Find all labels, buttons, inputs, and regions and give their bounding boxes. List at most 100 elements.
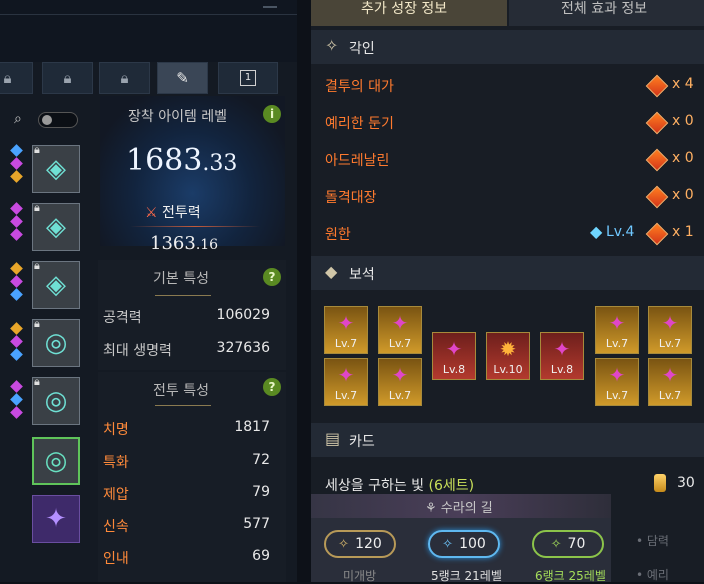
gem-slot[interactable]: ✦ Lv.8 bbox=[432, 332, 476, 380]
gems-header: ◆ 보석 bbox=[311, 256, 704, 290]
slot-gems-2 bbox=[10, 202, 23, 244]
card-awaken-total: 30 bbox=[677, 475, 695, 491]
preset-1-icon: 1 bbox=[240, 70, 256, 86]
ark-passive-title: ⚘ 수라의 길 bbox=[425, 497, 493, 516]
ark-node-value: 100 bbox=[459, 536, 486, 552]
gem-slot[interactable]: ✦ Lv.7 bbox=[378, 358, 422, 406]
shoulder-icon: ◈ bbox=[46, 212, 66, 242]
edit-icon: ✎ bbox=[176, 69, 189, 87]
stat-value: 1817 bbox=[234, 419, 270, 435]
equip-slot-ring[interactable]: 🔒︎ ◎ bbox=[32, 317, 80, 367]
gem-icon: ✦ bbox=[553, 337, 571, 361]
gem-slot[interactable]: ✦ Lv.7 bbox=[648, 358, 692, 406]
help-icon[interactable]: ? bbox=[263, 268, 281, 286]
ark-node-enlightenment[interactable]: ✧ 100 bbox=[428, 530, 500, 558]
equip-slot-helmet[interactable]: 🔒︎ ◈ bbox=[32, 143, 80, 193]
engraving-header: ✧ 각인 bbox=[311, 30, 704, 64]
engraving-name[interactable]: 예리한 둔기 bbox=[325, 113, 394, 133]
equip-slot-ring-2[interactable]: 🔒︎ ◎ bbox=[32, 375, 80, 425]
stat-value: 577 bbox=[243, 516, 270, 532]
ark-node-evolution[interactable]: ✧ 120 bbox=[324, 530, 396, 558]
engraving-name[interactable]: 돌격대장 bbox=[325, 187, 377, 207]
gem-level: Lv.7 bbox=[388, 389, 412, 402]
search-icon[interactable]: ⌕ bbox=[14, 111, 22, 127]
purple-gem-icon bbox=[10, 335, 23, 348]
gem-slot[interactable]: ✦ Lv.7 bbox=[324, 306, 368, 354]
gem-icon: ✦ bbox=[445, 337, 463, 361]
card-set-count: (6세트) bbox=[428, 478, 475, 494]
edit-button[interactable]: ✎ bbox=[157, 62, 208, 94]
equip-slot-stone[interactable]: ✦ bbox=[32, 495, 80, 543]
collapse-handle[interactable] bbox=[263, 0, 277, 8]
engraving-count: x 0 bbox=[672, 187, 694, 203]
star-gem-icon bbox=[10, 393, 23, 406]
orange-gem-icon bbox=[10, 170, 23, 183]
engraving-name[interactable]: 결투의 대가 bbox=[325, 76, 394, 96]
filter-toggle[interactable] bbox=[38, 112, 78, 128]
gem-slot[interactable]: ✹ Lv.10 bbox=[486, 332, 530, 380]
gem-slot[interactable]: ✦ Lv.7 bbox=[595, 358, 639, 406]
gem-slot[interactable]: ✦ Lv.7 bbox=[378, 306, 422, 354]
basic-stats-title: 기본 특성 bbox=[153, 271, 209, 287]
ring-icon: ◎ bbox=[44, 386, 68, 416]
info-icon[interactable]: i bbox=[263, 105, 281, 123]
engraving-count-value: 0 bbox=[684, 150, 694, 166]
power-divider bbox=[130, 226, 260, 227]
stat-value: 327636 bbox=[216, 340, 270, 356]
stat-label: 치명 bbox=[103, 422, 129, 438]
engraving-x: x bbox=[672, 224, 681, 240]
ark-node-value: 70 bbox=[567, 536, 586, 552]
lock-icon: 🔒︎ bbox=[63, 69, 72, 87]
equip-slot-shoulder[interactable]: 🔒︎ ◈ bbox=[32, 201, 80, 251]
engraving-name[interactable]: 원한 bbox=[325, 224, 351, 244]
item-level-label: 장착 아이템 레벨 bbox=[128, 109, 228, 125]
ark-node-value: 120 bbox=[355, 536, 382, 552]
engraving-count: x 0 bbox=[672, 113, 694, 129]
gem-slot[interactable]: ✦ Lv.7 bbox=[595, 306, 639, 354]
purple-gem-icon bbox=[10, 228, 23, 241]
stat-label: 제압 bbox=[103, 487, 129, 503]
power-int: 1363 bbox=[150, 233, 196, 254]
stat-value: 69 bbox=[252, 548, 270, 564]
tab-all-effects[interactable]: 전체 효과 정보 bbox=[509, 0, 704, 26]
ark-node-leap[interactable]: ✧ 70 bbox=[532, 530, 604, 558]
lock-icon: 🔒︎ bbox=[34, 201, 40, 214]
slot-lock-button-3[interactable]: 🔒︎ bbox=[99, 62, 150, 94]
preset-button[interactable]: 1 bbox=[218, 62, 278, 94]
equip-slot-chest[interactable]: 🔒︎ ◈ bbox=[32, 259, 80, 309]
slot-lock-button-2[interactable]: 🔒︎ bbox=[42, 62, 93, 94]
compass-icon: ✧ bbox=[325, 36, 339, 55]
stat-label: 특화 bbox=[103, 455, 129, 471]
engraving-name[interactable]: 아드레날린 bbox=[325, 150, 389, 170]
gem-slot[interactable]: ✦ Lv.8 bbox=[540, 332, 584, 380]
card-icon: ▤ bbox=[325, 429, 341, 448]
gem-level: Lv.7 bbox=[605, 337, 629, 350]
tab-label: 전체 효과 정보 bbox=[561, 1, 648, 17]
stat-label: 공격력 bbox=[103, 310, 142, 326]
engraving-x: x bbox=[672, 76, 681, 92]
purple-gem-icon bbox=[10, 275, 23, 288]
purple-gem-icon bbox=[10, 215, 23, 228]
help-icon[interactable]: ? bbox=[263, 378, 281, 396]
tab-growth-info[interactable]: 추가 성장 정보 bbox=[311, 0, 507, 26]
sword-icon: ⚔ bbox=[145, 205, 158, 221]
engraving-count: x 4 bbox=[672, 76, 694, 92]
slot-lock-button-1[interactable]: 🔒︎ bbox=[0, 62, 33, 94]
star-gem-icon bbox=[10, 288, 23, 301]
stat-value: 79 bbox=[252, 484, 270, 500]
combat-stats-title: 전투 특성 bbox=[153, 383, 209, 399]
card-set[interactable]: 세상을 구하는 빛 (6세트) bbox=[325, 475, 474, 495]
power-label: 전투력 bbox=[162, 205, 201, 221]
equip-slot-bracelet[interactable]: ◎ bbox=[32, 437, 80, 485]
engraving-count: x 1 bbox=[672, 224, 694, 240]
lock-icon: 🔒︎ bbox=[34, 143, 40, 156]
card-title: 카드 bbox=[349, 434, 375, 450]
gem-level: Lv.7 bbox=[334, 337, 358, 350]
gem-slot[interactable]: ✦ Lv.7 bbox=[648, 306, 692, 354]
gem-slot[interactable]: ✦ Lv.7 bbox=[324, 358, 368, 406]
engraving-count-value: 0 bbox=[684, 187, 694, 203]
stat-value: 106029 bbox=[216, 307, 270, 323]
gem-level: Lv.7 bbox=[658, 337, 682, 350]
ornament-divider bbox=[155, 400, 211, 406]
ark-title-text: 수라의 길 bbox=[440, 501, 493, 516]
